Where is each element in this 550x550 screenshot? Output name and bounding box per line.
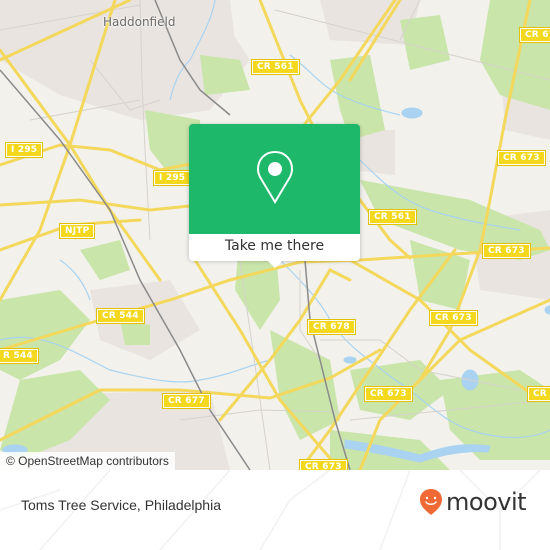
road-label-cr673: CR 673 bbox=[299, 459, 348, 470]
road-label-cr544: R 544 bbox=[0, 348, 39, 364]
road-label-i295: I 295 bbox=[4, 142, 44, 158]
road-label-cr678: CR 678 bbox=[307, 319, 356, 335]
road-label-cr673: CR 673 bbox=[497, 150, 546, 166]
moovit-wordmark: moovit bbox=[446, 488, 527, 516]
road-label-i295: I 295 bbox=[152, 170, 192, 186]
footer: Toms Tree Service, Philadelphia moovit bbox=[0, 470, 550, 550]
road-label-cr677: CR 677 bbox=[162, 393, 211, 409]
road-label-njtp: NJTP bbox=[58, 223, 96, 239]
popup-header bbox=[189, 124, 360, 234]
directions-popup[interactable]: Take me there bbox=[189, 124, 360, 268]
location-pin-icon bbox=[256, 150, 294, 204]
road-label-cr673: CR 673 bbox=[519, 27, 550, 43]
place-label-haddonfield: Haddonfield bbox=[103, 15, 176, 29]
road-label-cr544: CR 544 bbox=[96, 308, 145, 324]
road-label-cr673: CR 673 bbox=[482, 243, 531, 259]
map-attribution: © OpenStreetMap contributors bbox=[0, 452, 175, 470]
take-me-there-button[interactable]: Take me there bbox=[189, 234, 360, 261]
popup-pointer bbox=[267, 260, 283, 268]
map[interactable]: Haddonfield CR 561 CR 673 I 295 I 295 CR… bbox=[0, 0, 550, 470]
road-label-cr673: CR 673 bbox=[364, 386, 413, 402]
road-label-cr: CR bbox=[527, 386, 550, 402]
road-label-cr673: CR 673 bbox=[429, 310, 478, 326]
place-name: Toms Tree Service, Philadelphia bbox=[21, 497, 221, 513]
moovit-smile-pin-icon bbox=[420, 489, 442, 515]
road-label-cr561: CR 561 bbox=[251, 59, 300, 75]
road-label-cr561: CR 561 bbox=[368, 209, 417, 225]
moovit-logo[interactable]: moovit bbox=[419, 487, 527, 517]
